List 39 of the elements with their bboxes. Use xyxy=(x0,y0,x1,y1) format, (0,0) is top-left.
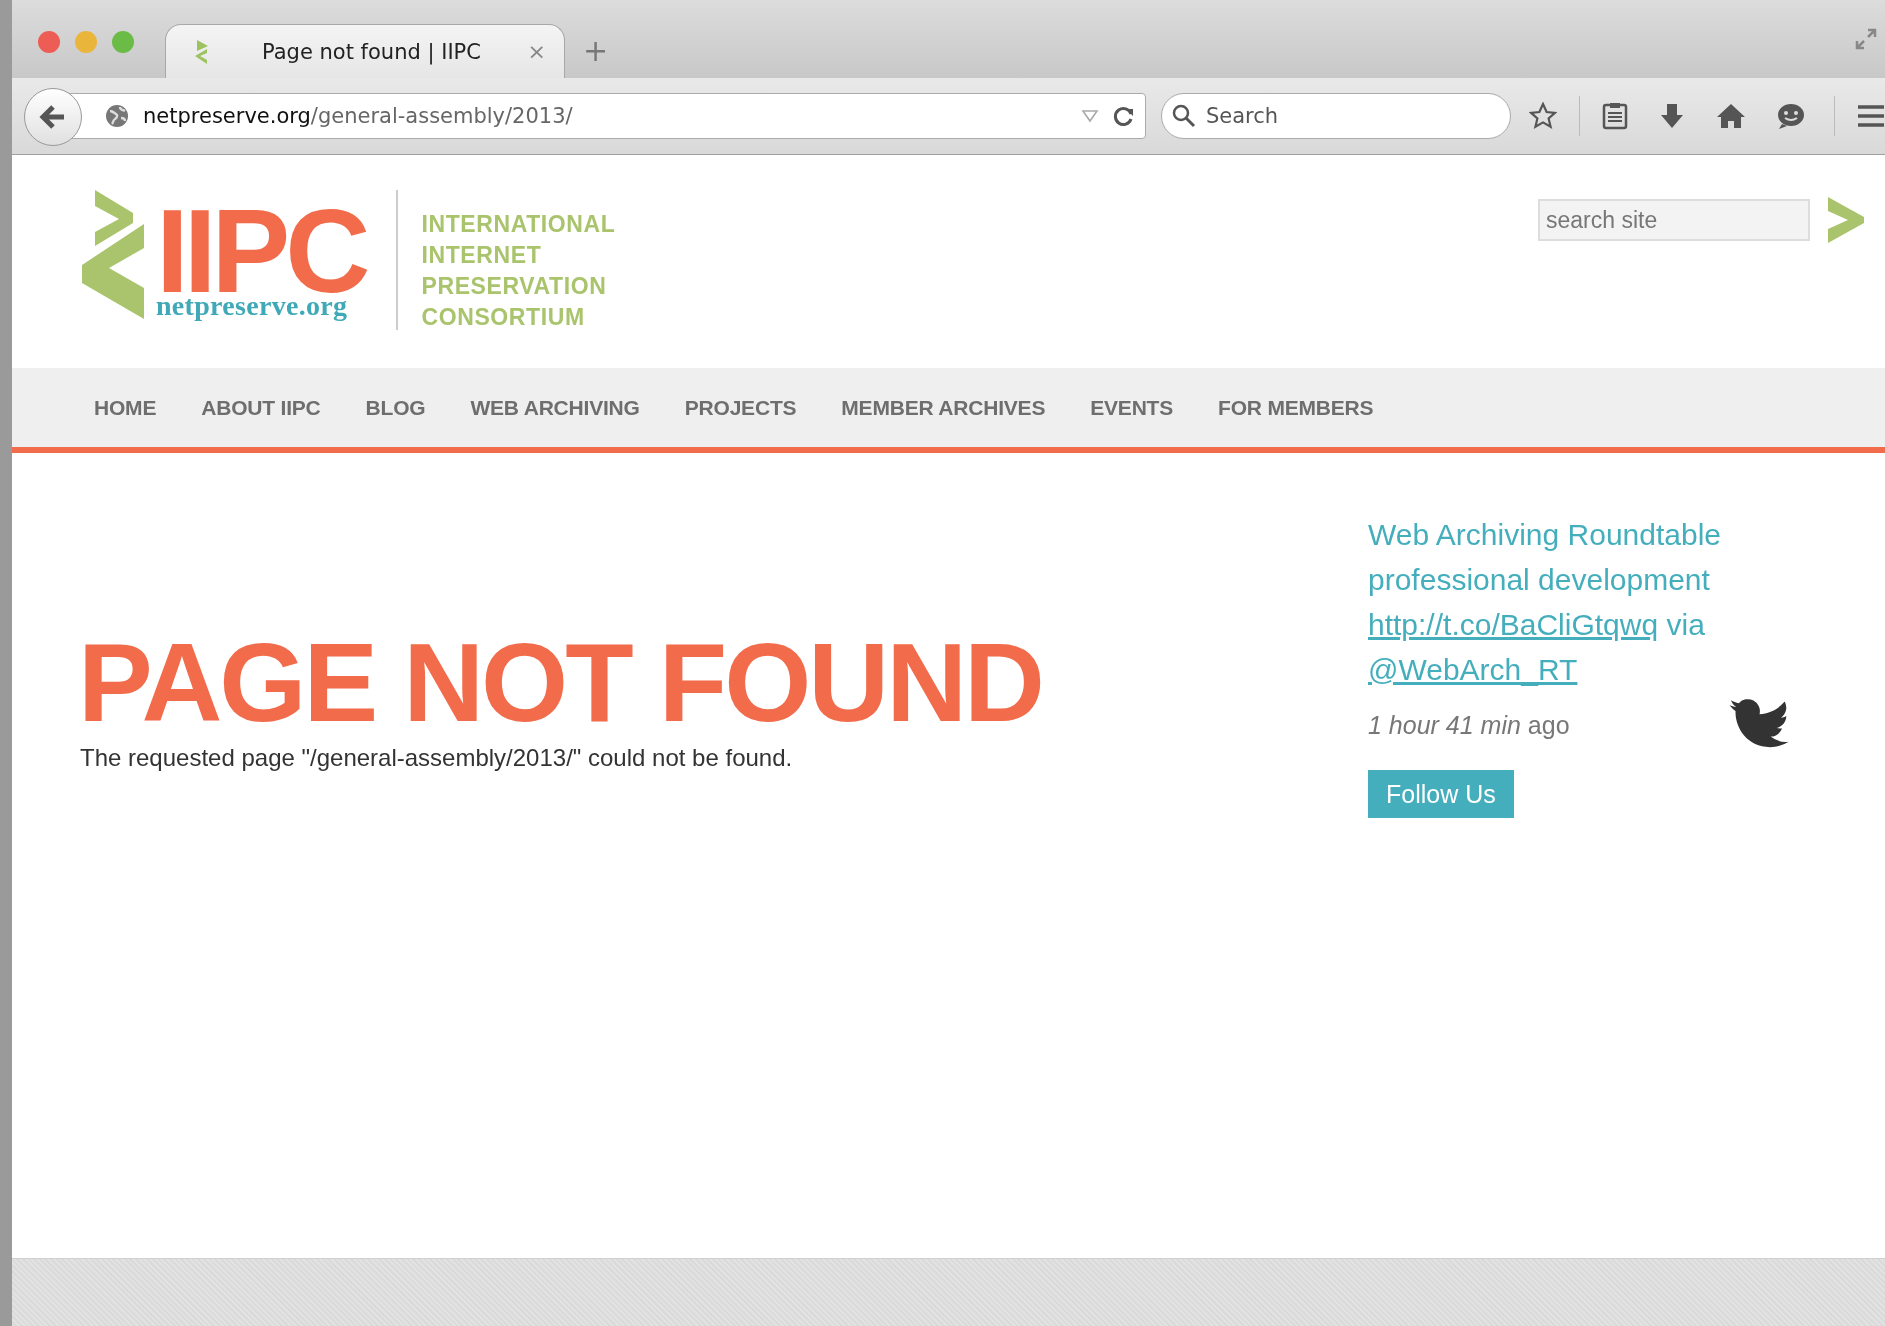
nav-link[interactable]: BLOG xyxy=(365,395,426,420)
tab-title: Page not found | IIPC xyxy=(262,39,482,64)
favicon-icon xyxy=(194,38,210,65)
handle-link[interactable]: @WebArch_RT xyxy=(1368,653,1578,686)
globe-icon xyxy=(105,104,129,128)
back-arrow-icon[interactable] xyxy=(39,104,67,130)
reload-icon[interactable] xyxy=(1113,105,1135,127)
menu-icon[interactable] xyxy=(1857,104,1885,128)
tweet-time: 1 hour 41 min ago xyxy=(1368,710,1570,740)
page-title: PAGE NOT FOUND xyxy=(78,627,1042,739)
nav-link[interactable]: MEMBER ARCHIVES xyxy=(841,395,1046,420)
follow-button[interactable]: Follow Us xyxy=(1368,770,1514,818)
browser-tab[interactable]: Page not found | IIPC × xyxy=(165,24,565,78)
home-icon[interactable] xyxy=(1716,102,1746,130)
error-message: The requested page "/general-assembly/2013/" could not be found. xyxy=(80,743,793,773)
download-icon[interactable] xyxy=(1658,102,1686,130)
logo-domain: netpreserve.org xyxy=(156,292,348,320)
chat-icon[interactable] xyxy=(1776,102,1806,130)
search-icon xyxy=(1172,104,1196,128)
logo-letters: IIPC xyxy=(156,192,366,292)
tagline-line: CONSORTIUM xyxy=(421,303,586,332)
nav-link[interactable]: WEB ARCHIVING xyxy=(470,395,640,420)
tagline-line: PRESERVATION xyxy=(421,272,608,301)
new-tab-button[interactable]: + xyxy=(583,33,609,68)
tweet-text: Web Archiving Roundtable professional development http://t.co/BaCliGtqwq via @WebArch_RT xyxy=(1368,517,1722,688)
close-tab-button[interactable]: × xyxy=(527,39,546,64)
nav-link[interactable]: EVENTS xyxy=(1090,395,1174,420)
nav-link[interactable]: ABOUT IIPC xyxy=(201,395,321,420)
url-text: netpreserve.org/general-assembly/2013/ xyxy=(143,104,574,128)
star-icon[interactable] xyxy=(1529,102,1557,130)
nav-link[interactable]: PROJECTS xyxy=(684,395,797,420)
tagline-line: INTERNET xyxy=(421,241,543,270)
site-search-field[interactable]: search site xyxy=(1538,199,1810,241)
clipboard-icon[interactable] xyxy=(1602,102,1628,130)
tweet-link[interactable]: http://t.co/BaCliGtqwq xyxy=(1368,608,1659,641)
nav-link[interactable]: FOR MEMBERS xyxy=(1218,395,1374,420)
nav-link[interactable]: HOME xyxy=(94,395,157,420)
tagline-line: INTERNATIONAL xyxy=(421,210,616,239)
browser-search-field[interactable]: Search xyxy=(1161,93,1511,139)
